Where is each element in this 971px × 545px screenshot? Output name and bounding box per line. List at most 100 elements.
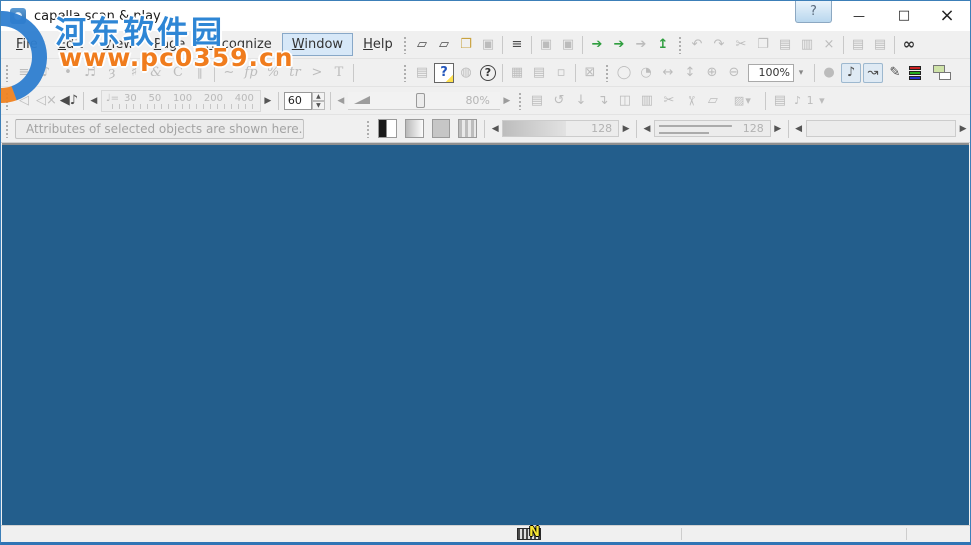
export-musicxml-button[interactable]: ➔ <box>609 35 629 55</box>
paste-meter-button[interactable]: ▤ <box>870 35 890 55</box>
accent-button[interactable]: > <box>307 63 327 83</box>
copy-meter-button[interactable]: ▤ <box>848 35 868 55</box>
menu-help[interactable]: Help <box>353 33 403 56</box>
rest-button[interactable]: ȝ <box>102 63 122 83</box>
brightness-slider[interactable]: 128 <box>502 120 620 137</box>
chevron-down-icon[interactable]: ▾ <box>794 64 808 82</box>
zoom-combo[interactable]: 100% ▾ <box>748 63 808 82</box>
brightness-increase-button[interactable]: ▶ <box>619 119 633 139</box>
tempo-value[interactable]: 60 <box>283 91 312 110</box>
menu-view[interactable]: View <box>93 33 144 56</box>
sharp-button[interactable]: ♯ <box>124 63 144 83</box>
undo-button[interactable]: ↶ <box>687 35 707 55</box>
recognition-options-button[interactable]: ≡ <box>507 35 527 55</box>
speaker-play-button[interactable]: ◀♪ <box>59 91 79 111</box>
trill-button[interactable]: tr <box>285 63 305 83</box>
partial-recognition-button[interactable]: ◍ <box>456 63 476 83</box>
scan-save-button[interactable]: ▱ <box>434 35 454 55</box>
rotate-page-button[interactable]: ↺ <box>549 91 569 111</box>
cut-vertical-button[interactable]: ✂ <box>681 91 701 111</box>
export-capella-button[interactable]: ➔ <box>587 35 607 55</box>
color-dropdown-button[interactable]: ▨▾ <box>725 91 761 111</box>
volume-increase-button[interactable]: ▶ <box>500 91 514 111</box>
bw-threshold-button[interactable] <box>377 119 397 138</box>
import-pages-button[interactable]: ▣ <box>536 35 556 55</box>
speaker-mute-button[interactable]: ◁× <box>36 91 57 111</box>
volume-slider[interactable]: 80% <box>347 91 500 110</box>
page-image-button[interactable]: ▤ <box>412 63 432 83</box>
result-list-button[interactable]: ▤ <box>529 63 549 83</box>
paste-button[interactable]: ▤ <box>775 35 795 55</box>
spinner-up-button[interactable]: ▲ <box>311 91 325 101</box>
tempo-ruler[interactable]: ♩= 30 50 100 200 400 <box>100 89 261 112</box>
export-midi-button[interactable]: ➔ <box>631 35 651 55</box>
brush-button[interactable]: ✎ <box>885 63 905 83</box>
properties-button[interactable]: ▤ <box>770 91 790 111</box>
speaker-low-button[interactable]: ◁ <box>14 91 34 111</box>
note-mode-button[interactable]: ♪ <box>841 62 861 83</box>
position-decrease-button[interactable]: ◀ <box>792 119 806 139</box>
menu-recognize[interactable]: Recognize <box>195 33 281 56</box>
append-pages-button[interactable]: ▣ <box>558 35 578 55</box>
close-button[interactable]: × <box>931 1 963 30</box>
delete-button[interactable]: × <box>819 35 839 55</box>
single-staff-button[interactable]: ▫ <box>551 63 571 83</box>
time-signature-button[interactable]: C <box>168 63 188 83</box>
merge-system-button[interactable]: ▥ <box>637 91 657 111</box>
cut-button[interactable]: ✂ <box>731 35 751 55</box>
zoom-window-button[interactable]: ◯ <box>614 63 634 83</box>
document-area[interactable] <box>2 143 969 525</box>
menu-edit[interactable]: Edit <box>48 33 93 56</box>
compare-view-button[interactable]: ▦ <box>507 63 527 83</box>
grace-note-button[interactable]: ♬ <box>80 63 100 83</box>
help-button[interactable]: ? <box>795 1 832 23</box>
system-layout-button[interactable]: ▤ <box>527 91 547 111</box>
staff-menu-button[interactable]: ≡ <box>14 63 34 83</box>
open-button[interactable]: ❐ <box>456 35 476 55</box>
zoom-value[interactable]: 100% <box>748 63 794 82</box>
tempo-increase-button[interactable]: ▶ <box>261 91 275 111</box>
brightness-decrease-button[interactable]: ◀ <box>488 119 502 139</box>
minimize-button[interactable]: — <box>843 1 875 30</box>
dot-button[interactable]: • <box>58 63 78 83</box>
tempo-decrease-button[interactable]: ◀ <box>87 91 101 111</box>
contrast-decrease-button[interactable]: ◀ <box>640 119 654 139</box>
spinner-down-button[interactable]: ▼ <box>311 100 325 110</box>
volume-slider-thumb[interactable] <box>415 92 425 108</box>
fit-height-button[interactable]: ↕ <box>680 63 700 83</box>
keyboard-window-button[interactable] <box>932 64 952 82</box>
gradient-view-button[interactable] <box>404 119 424 138</box>
text-button[interactable]: T <box>329 63 349 83</box>
recognize-button[interactable]: ? <box>434 62 454 83</box>
search-button[interactable]: ∞ <box>899 35 919 55</box>
staff-lines-view-button[interactable] <box>458 119 478 138</box>
slur-button[interactable]: ∼ <box>219 63 239 83</box>
tempo-spinner[interactable]: 60 ▲ ▼ <box>283 91 325 110</box>
contrast-increase-button[interactable]: ▶ <box>771 119 785 139</box>
paste-format-button[interactable]: ▥ <box>797 35 817 55</box>
export-audio-button[interactable]: ↥ <box>653 35 673 55</box>
zoom-out-button[interactable]: ⊖ <box>724 63 744 83</box>
help-mode-button[interactable]: ? <box>480 64 496 81</box>
scan-button[interactable]: ▱ <box>412 35 432 55</box>
barline-button[interactable]: ∥ <box>190 63 210 83</box>
voice-select-button[interactable]: ♪ 1 ▾ <box>792 91 828 111</box>
menu-file[interactable]: File <box>6 33 48 56</box>
cut-horizontal-button[interactable]: ✂ <box>659 91 679 111</box>
maximize-button[interactable]: □ <box>888 1 920 30</box>
fit-width-button[interactable]: ↔ <box>658 63 678 83</box>
move-staff-down-button[interactable]: ↓ <box>571 91 591 111</box>
select-mode-button[interactable]: ↝ <box>863 62 883 83</box>
contrast-slider[interactable]: 128 <box>653 120 771 137</box>
position-slider[interactable] <box>805 120 957 137</box>
dynamics-button[interactable]: fp <box>241 63 261 83</box>
save-button[interactable]: ▣ <box>478 35 498 55</box>
menu-window[interactable]: Window <box>281 33 354 56</box>
position-increase-button[interactable]: ▶ <box>956 119 970 139</box>
volume-decrease-button[interactable]: ◀ <box>334 91 348 111</box>
move-system-button[interactable]: ↴ <box>593 91 613 111</box>
repeat-button[interactable]: % <box>263 63 283 83</box>
note-button[interactable]: ♪ <box>36 63 56 83</box>
copy-button[interactable]: ❐ <box>753 35 773 55</box>
discard-recognition-button[interactable]: ⊠ <box>580 63 600 83</box>
